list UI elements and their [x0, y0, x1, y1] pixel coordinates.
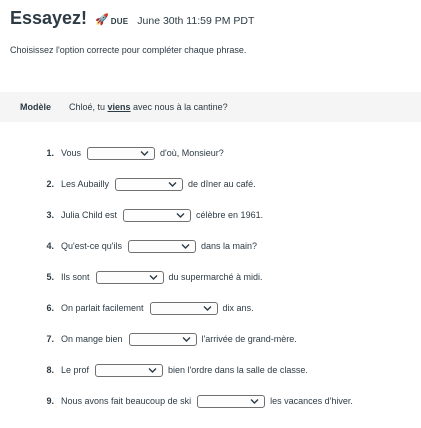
question-text-after: du supermarché à midi.	[168, 272, 263, 282]
question-text-before: On parlait facilement	[61, 303, 144, 313]
model-after: avec nous à la cantine?	[130, 102, 228, 112]
question-text-after: dans la main?	[200, 241, 258, 251]
question-text-after: d'où, Monsieur?	[160, 148, 224, 158]
question-number: 9.	[46, 396, 54, 406]
answer-dropdown[interactable]	[87, 146, 156, 160]
question-text-before: Ils sont	[61, 272, 90, 282]
chevron-down-icon	[176, 212, 185, 218]
question-number: 8.	[46, 365, 54, 375]
question-text-before: Les Aubailly	[61, 179, 110, 189]
question-number: 1.	[46, 148, 54, 158]
question-text-before: Nous avons fait beaucoup de ski	[61, 396, 192, 406]
question-text-after: célèbre en 1961.	[196, 210, 264, 220]
due-date: June 30th 11:59 PM PDT	[137, 15, 255, 27]
answer-dropdown[interactable]	[123, 208, 192, 222]
question-text-before: On mange bien	[61, 334, 123, 344]
chevron-down-icon	[149, 274, 158, 280]
answer-dropdown[interactable]	[95, 363, 164, 377]
chevron-down-icon	[168, 181, 177, 187]
question-text-after: dix ans.	[222, 303, 254, 313]
answer-dropdown[interactable]	[115, 177, 184, 191]
chevron-down-icon	[140, 150, 149, 156]
rocket-icon: 🚀	[95, 14, 109, 26]
chevron-down-icon	[250, 398, 259, 404]
due-label: DUE	[110, 17, 129, 26]
question-text-after: les vacances d'hiver.	[270, 396, 353, 406]
answer-dropdown[interactable]	[127, 239, 196, 253]
model-answer: viens	[107, 102, 131, 112]
instructions: Choisissez l'option correcte pour complé…	[10, 45, 247, 55]
chevron-down-icon	[148, 367, 157, 373]
question-text-after: de dîner au café.	[188, 179, 256, 189]
question-text-before: Qu'est-ce qu'ils	[61, 241, 122, 251]
chevron-down-icon	[203, 305, 212, 311]
question-number: 5.	[46, 272, 54, 282]
model-example: Modèle Chloé, tu viens avec nous à la ca…	[0, 92, 421, 122]
answer-dropdown[interactable]	[149, 301, 218, 315]
question-text-before: Vous	[61, 148, 82, 158]
model-before: Chloé, tu	[69, 102, 108, 112]
model-label: Modèle	[20, 102, 52, 112]
model-sentence: Chloé, tu viens avec nous à la cantine?	[69, 102, 228, 112]
question-number: 6.	[46, 303, 54, 313]
answer-dropdown[interactable]	[128, 332, 197, 346]
question-number: 3.	[46, 210, 54, 220]
question-text-after: bien l'ordre dans la salle de classe.	[168, 365, 308, 375]
question-number: 2.	[46, 179, 54, 189]
page-title: Essayez!	[10, 8, 88, 28]
question-text-after: l'arrivée de grand-mère.	[201, 334, 297, 344]
question-text-before: Julia Child est	[61, 210, 118, 220]
answer-dropdown[interactable]	[95, 270, 164, 284]
chevron-down-icon	[182, 336, 191, 342]
question-number: 4.	[46, 241, 54, 251]
answer-dropdown[interactable]	[197, 394, 266, 408]
question-text-before: Le prof	[61, 365, 90, 375]
assignment-header: Essayez! 🚀 DUE June 30th 11:59 PM PDT	[10, 8, 254, 29]
chevron-down-icon	[181, 243, 190, 249]
question-number: 7.	[46, 334, 54, 344]
